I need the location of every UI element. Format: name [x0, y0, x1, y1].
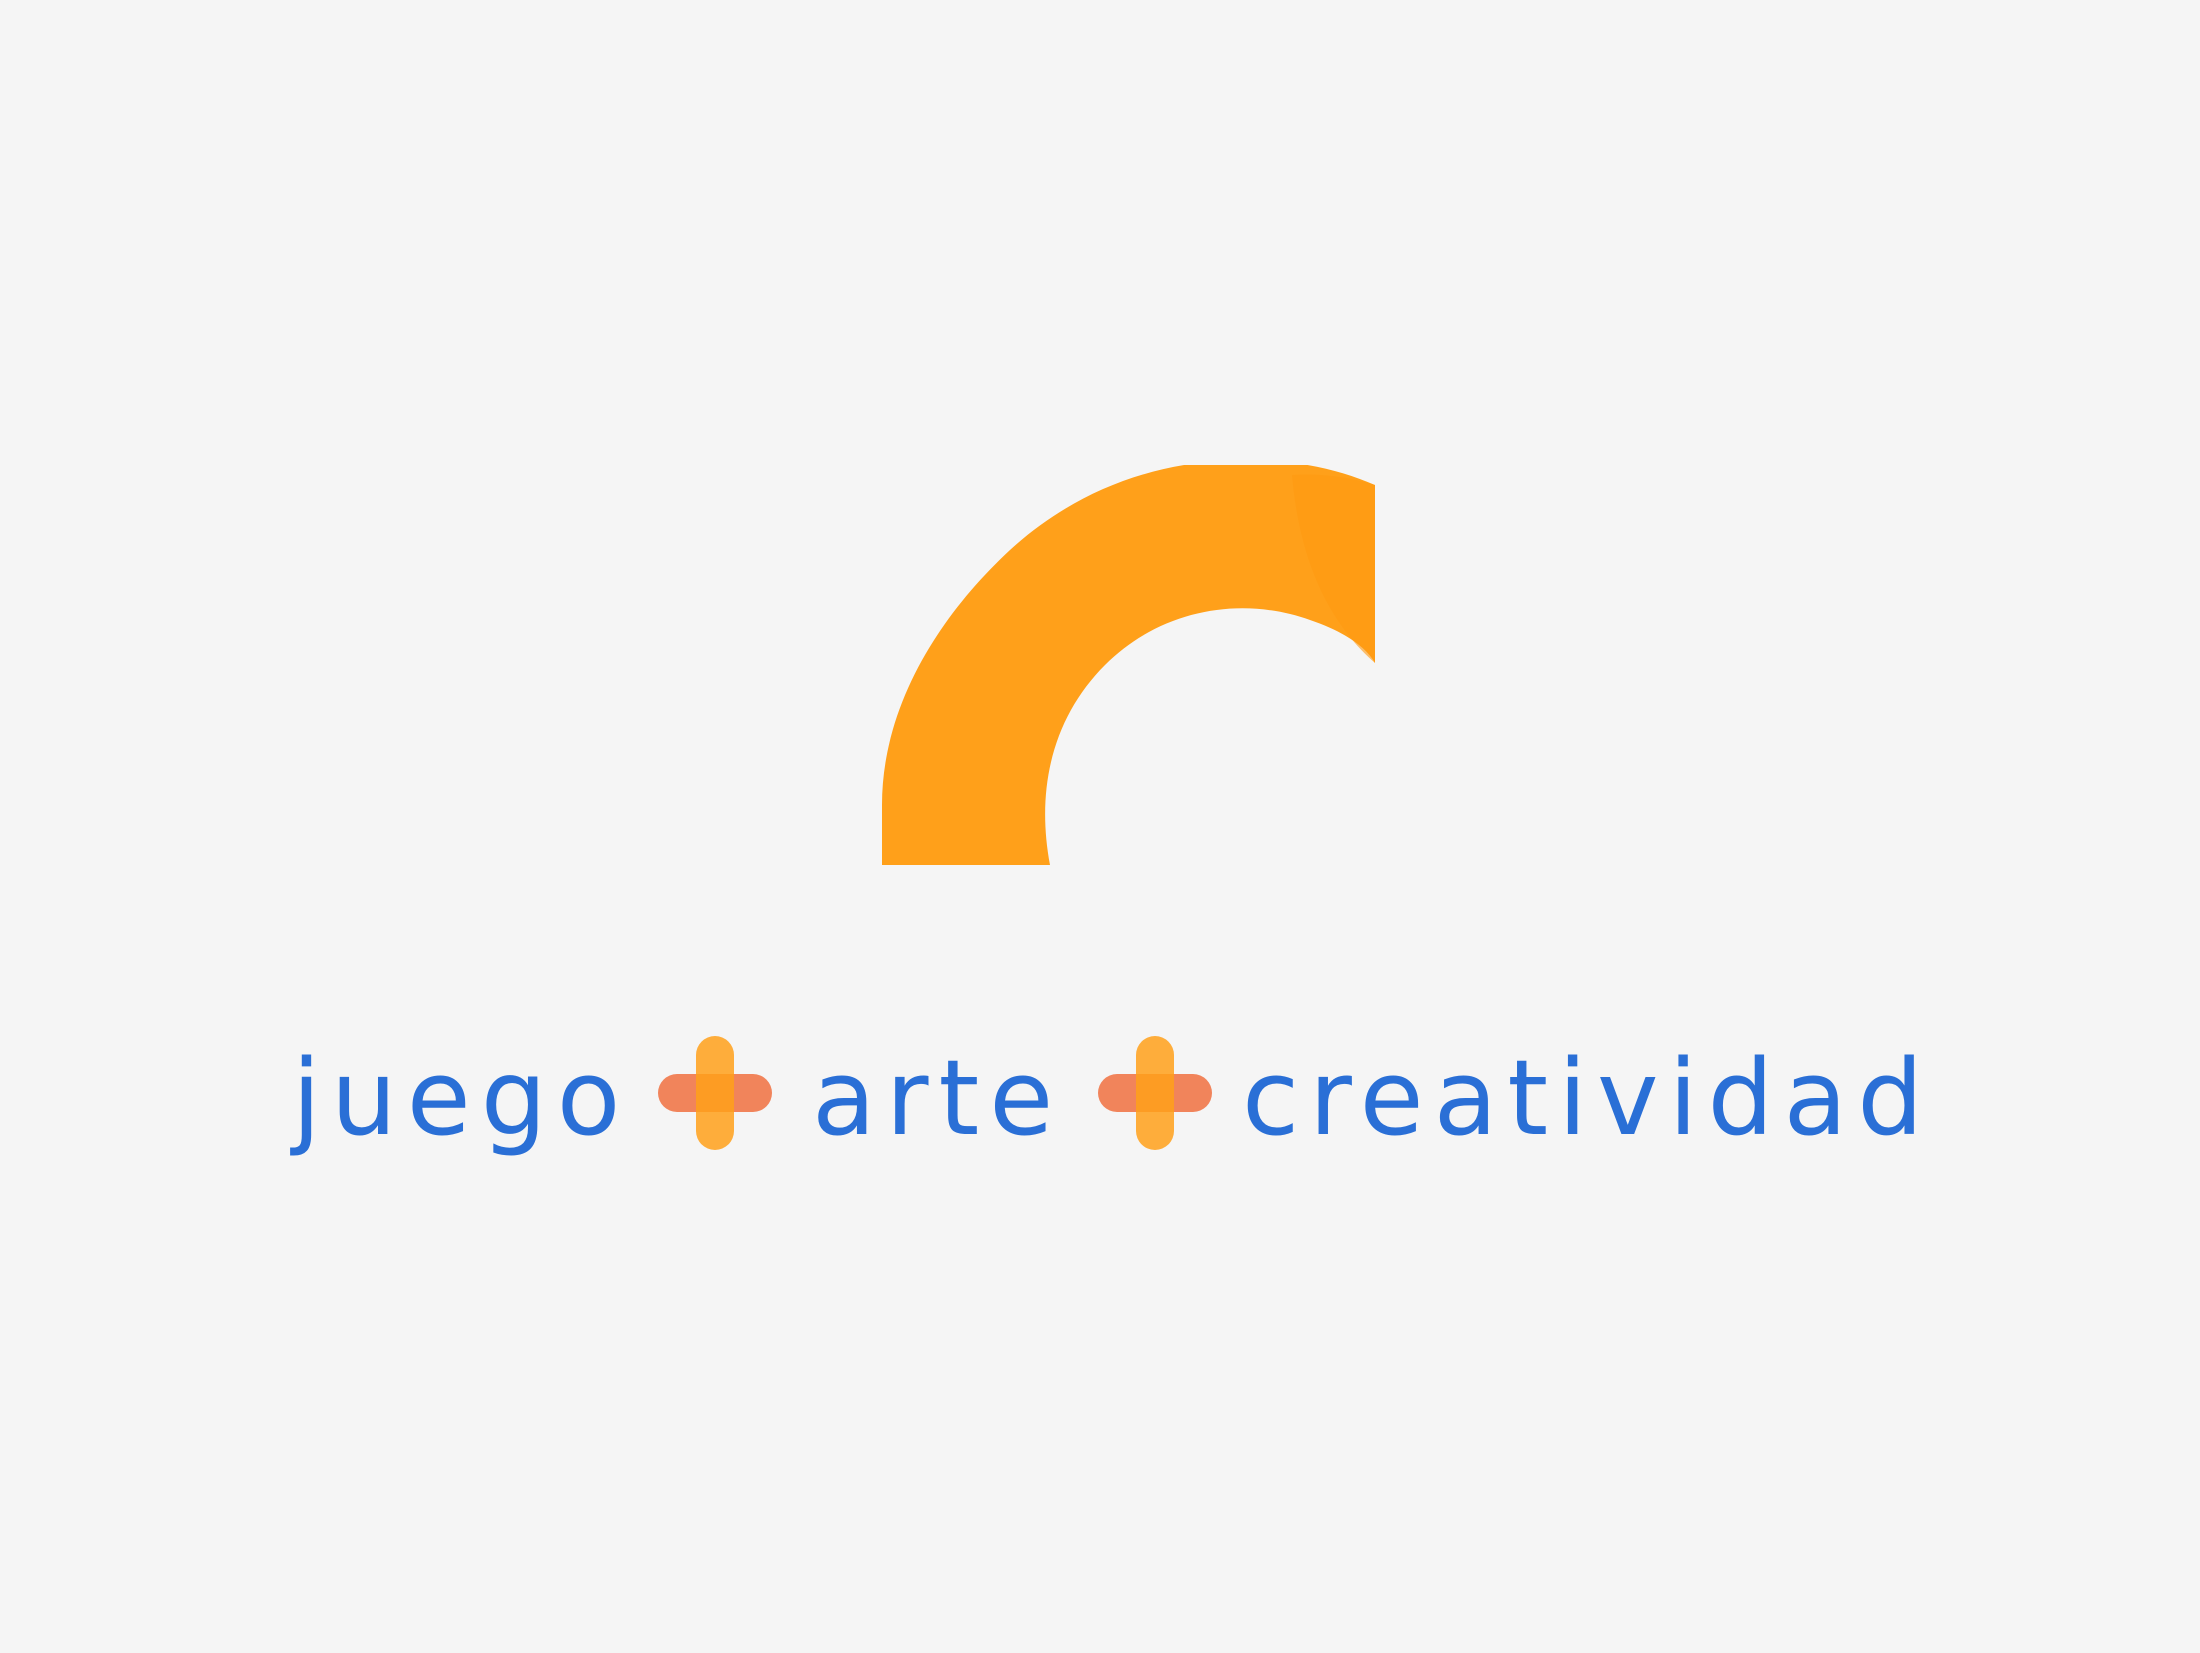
plus-vertical-bar: [1136, 1036, 1174, 1150]
plus-icon: [1098, 1036, 1212, 1150]
tagline-word-juego: juego: [292, 1037, 631, 1159]
tagline-word-arte: arte: [812, 1037, 1064, 1159]
plus-icon: [658, 1036, 772, 1150]
tagline-word-creatividad: creatividad: [1242, 1037, 1934, 1159]
plus-vertical-bar: [696, 1036, 734, 1150]
logo-canvas: juego arte creatividad: [0, 0, 2200, 1653]
tagline: juego arte creatividad: [0, 1010, 2200, 1180]
orange-arc-logo: [882, 465, 1375, 865]
